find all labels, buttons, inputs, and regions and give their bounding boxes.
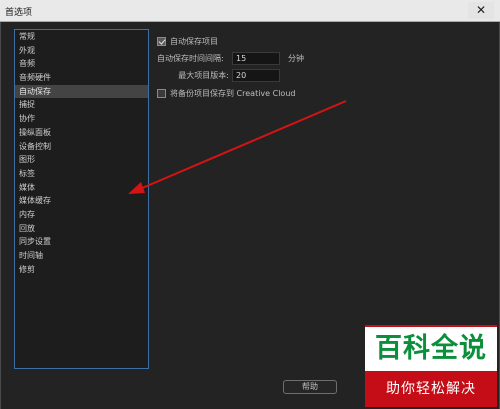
autosave-enable-row[interactable]: 自动保存项目 xyxy=(157,34,218,48)
sidebar-item-media-cache[interactable]: 媒体缓存 xyxy=(15,194,148,208)
sidebar-item-control-surface[interactable]: 操纵面板 xyxy=(15,126,148,140)
sidebar-item-media[interactable]: 媒体 xyxy=(15,181,148,195)
sidebar-item-audio[interactable]: 音频 xyxy=(15,57,148,71)
sidebar-item-capture[interactable]: 捕捉 xyxy=(15,98,148,112)
cloud-backup-checkbox[interactable] xyxy=(157,88,166,98)
sidebar-item-graphics[interactable]: 图形 xyxy=(15,153,148,167)
sidebar-item-sync-settings[interactable]: 同步设置 xyxy=(15,235,148,249)
watermark-top-text: 百科全说 xyxy=(365,327,497,371)
window-title: 首选项 xyxy=(5,8,33,18)
sidebar-item-appearance[interactable]: 外观 xyxy=(15,44,148,58)
max-versions-label: 最大项目版本: xyxy=(178,70,229,80)
cloud-backup-label: 将备份项目保存到 Creative Cloud xyxy=(170,88,296,98)
watermark-logo: 百科全说 助你轻松解决 xyxy=(365,325,497,407)
close-button[interactable]: ✕ xyxy=(468,2,494,19)
sidebar-item-collaboration[interactable]: 协作 xyxy=(15,112,148,126)
sidebar-item-timeline[interactable]: 时间轴 xyxy=(15,249,148,263)
autosave-interval-label: 自动保存时间间隔: xyxy=(157,53,224,63)
autosave-enable-checkbox[interactable] xyxy=(157,36,166,46)
sidebar-item-audio-hardware[interactable]: 音频硬件 xyxy=(15,71,148,85)
help-button[interactable]: 帮助 xyxy=(283,380,337,394)
autosave-interval-unit: 分钟 xyxy=(288,53,304,63)
sidebar-item-device-control[interactable]: 设备控制 xyxy=(15,140,148,154)
autosave-interval-row: 自动保存时间间隔: 15 分钟 xyxy=(157,51,304,65)
max-versions-row: 最大项目版本: 20 xyxy=(157,68,280,82)
preferences-category-list[interactable]: 常规 外观 音频 音频硬件 自动保存 捕捉 协作 操纵面板 设备控制 图形 标签… xyxy=(14,29,149,369)
sidebar-item-memory[interactable]: 内存 xyxy=(15,208,148,222)
cloud-backup-row[interactable]: 将备份项目保存到 Creative Cloud xyxy=(157,86,295,100)
sidebar-item-playback[interactable]: 回放 xyxy=(15,222,148,236)
sidebar-item-labels[interactable]: 标签 xyxy=(15,167,148,181)
sidebar-item-general[interactable]: 常规 xyxy=(15,30,148,44)
max-versions-input[interactable]: 20 xyxy=(232,68,280,82)
watermark-bottom-text: 助你轻松解决 xyxy=(386,381,476,397)
sidebar-item-trim[interactable]: 修剪 xyxy=(15,263,148,277)
title-bar: 首选项 ✕ xyxy=(0,0,500,22)
sidebar-item-autosave[interactable]: 自动保存 xyxy=(15,84,148,99)
autosave-interval-input[interactable]: 15 xyxy=(232,51,280,65)
autosave-enable-label: 自动保存项目 xyxy=(170,36,218,46)
